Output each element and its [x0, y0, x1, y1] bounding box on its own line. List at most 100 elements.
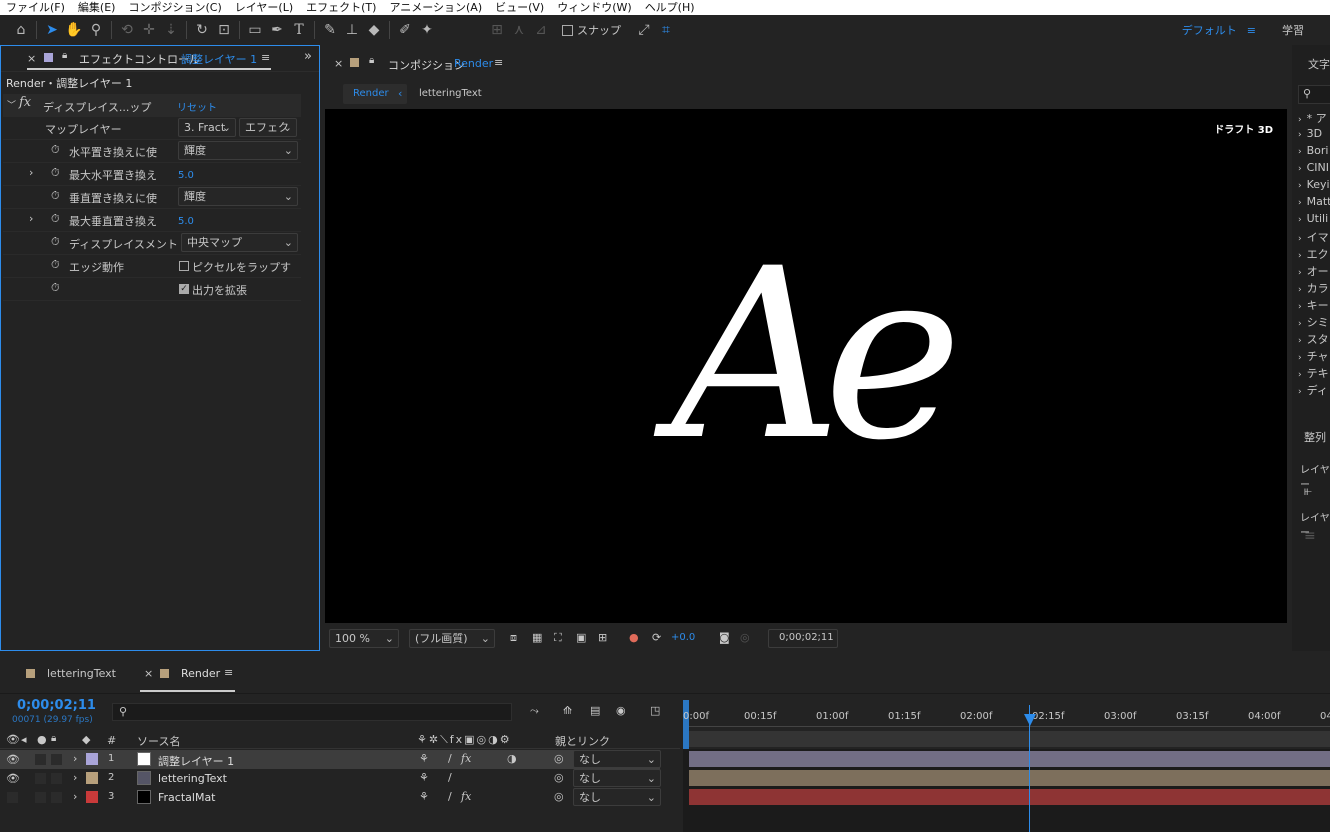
vertical-use-dropdown[interactable]: 輝度 ⌄ [178, 187, 298, 206]
close-icon[interactable]: × [334, 57, 343, 70]
lock-icon[interactable]: 🔒︎ [51, 733, 56, 744]
effects-preset-item[interactable]: › * ア [1298, 110, 1327, 126]
wrap-pixels-checkbox[interactable] [179, 261, 189, 271]
frame-blending-icon[interactable]: ▤ [590, 704, 600, 717]
effects-preset-item[interactable]: › Keyi [1298, 178, 1330, 191]
motion-blur-icon[interactable]: ◉ [616, 704, 626, 717]
zoom-tool-icon[interactable]: ⚲ [85, 19, 107, 41]
bar-layer-2[interactable] [689, 770, 1330, 786]
visibility-eye-icon[interactable]: 👁︎ [6, 772, 20, 785]
effects-preset-item[interactable]: › スタ [1298, 331, 1329, 347]
audio-icon[interactable]: ◂ [21, 733, 27, 746]
lock-box[interactable] [51, 773, 62, 784]
reset-exposure-icon[interactable]: ⟳ [652, 631, 661, 644]
eye-icon[interactable]: 👁︎ [6, 733, 20, 746]
color-channels-icon[interactable]: ● [629, 631, 639, 644]
close-icon[interactable]: × [144, 667, 153, 680]
expand-arrow-icon[interactable]: › [73, 790, 77, 803]
pan-camera-icon[interactable]: ✛ [138, 19, 160, 41]
effects-preset-item[interactable]: › オー [1298, 263, 1329, 279]
brush-tool-icon[interactable]: ✎ [319, 19, 341, 41]
clone-stamp-icon[interactable]: ⊥ [341, 19, 363, 41]
layer-row-2[interactable]: 👁︎ › 2 letteringText ⚘ / ◎ なし ⌄ [0, 769, 661, 788]
pen-tool-icon[interactable]: ✒ [266, 19, 288, 41]
shy-switch-icon[interactable]: ⚘ [419, 771, 429, 784]
stopwatch-icon[interactable]: ⏱︎ [51, 235, 60, 249]
quality-dropdown[interactable]: (フル画質) ⌄ [409, 629, 495, 648]
snap-checkbox[interactable] [562, 24, 573, 36]
layer-name[interactable]: 調整レイヤー 1 [158, 753, 234, 769]
guides-icon[interactable]: ⊞ [598, 631, 607, 644]
comp-flowchart-icon[interactable]: ⤳ [530, 704, 539, 718]
effect-controls-tab[interactable]: × 🔒︎ エフェクトコントロール 調整レイヤー 1 ≡ » [1, 46, 319, 72]
pick-whip-icon[interactable]: ◎ [554, 790, 564, 803]
effects-preset-item[interactable]: › エク [1298, 246, 1329, 262]
stopwatch-icon[interactable]: ⏱︎ [51, 166, 60, 180]
zoom-dropdown[interactable]: 100 % ⌄ [329, 629, 399, 648]
effects-search-field[interactable]: ⚲ [1298, 85, 1330, 104]
puppet-pin-icon[interactable]: ✦ [416, 19, 438, 41]
expand-arrow-icon[interactable]: › [29, 212, 33, 225]
menu-view[interactable]: ビュー(V) [489, 0, 551, 15]
lock-box[interactable] [51, 792, 62, 803]
effect-reset-link[interactable]: リセット [177, 99, 217, 114]
pick-whip-icon[interactable]: ◎ [554, 752, 564, 765]
displacement-dropdown[interactable]: 中央マップ ⌄ [181, 233, 298, 252]
label-color-box[interactable] [86, 772, 98, 784]
parent-dropdown[interactable]: なし ⌄ [573, 750, 661, 768]
exposure-value[interactable]: +0.0 [671, 632, 695, 643]
effects-preset-item[interactable]: › テキ [1298, 365, 1329, 381]
effects-preset-item[interactable]: › チャ [1298, 348, 1329, 364]
dolly-camera-icon[interactable]: ⇣ [160, 19, 182, 41]
comp-breadcrumb-active[interactable]: Render ‹ [343, 84, 407, 104]
layer-name[interactable]: letteringText [158, 772, 227, 785]
orbit-camera-icon[interactable]: ⟲ [116, 19, 138, 41]
parent-dropdown[interactable]: なし ⌄ [573, 769, 661, 787]
quality-switch-icon[interactable]: / [448, 752, 452, 765]
visibility-eye-icon[interactable]: 👁︎ [6, 753, 20, 766]
source-name-header[interactable]: ソース名 [137, 733, 180, 749]
view-axis-icon[interactable]: ⊿ [530, 19, 552, 41]
expand-panels-icon[interactable]: » [304, 49, 312, 64]
home-icon[interactable]: ⌂ [10, 19, 32, 41]
work-area-start-marker[interactable] [683, 700, 689, 750]
layer-search-input[interactable]: ⚲ [112, 703, 512, 721]
expand-output-checkbox[interactable]: ✓ [179, 284, 189, 294]
effects-preset-item[interactable]: › イマ [1298, 229, 1329, 245]
fast-preview-icon[interactable]: ⧈ [510, 631, 517, 645]
workspace-menu-icon[interactable]: ≡ [1247, 24, 1256, 37]
effects-preset-item[interactable]: › カラ [1298, 280, 1329, 296]
time-ruler[interactable] [689, 705, 1330, 727]
shy-switch-icon[interactable]: ⚘ [419, 790, 429, 803]
close-icon[interactable]: × [27, 52, 36, 65]
timeline-tab-render[interactable]: × Render ≡ [140, 665, 235, 692]
bar-layer-3[interactable] [689, 789, 1330, 805]
world-axis-icon[interactable]: ⋏ [508, 19, 530, 41]
mask-path-icon[interactable]: ⛶ [554, 631, 562, 645]
stopwatch-icon[interactable]: ⏱︎ [51, 143, 60, 157]
rectangle-tool-icon[interactable]: ▭ [244, 19, 266, 41]
layer-row-3[interactable]: › 3 FractalMat ⚘ / fx ◎ なし ⌄ [0, 788, 661, 807]
parent-dropdown[interactable]: なし ⌄ [573, 788, 661, 806]
effects-preset-item[interactable]: › ディ [1298, 382, 1328, 398]
horizontal-max-value[interactable]: 5.0 [178, 170, 194, 181]
menu-composition[interactable]: コンポジション(C) [122, 0, 228, 15]
graph-editor-icon[interactable]: ◳ [650, 704, 660, 717]
fx-switch[interactable]: fx [461, 752, 471, 765]
effects-preset-item[interactable]: › Utili [1298, 212, 1328, 225]
stopwatch-icon[interactable]: ⏱︎ [51, 212, 60, 226]
workspace-learn[interactable]: 学習 [1282, 22, 1304, 38]
map-source-dropdown[interactable]: エフェク ⌄ [239, 118, 297, 137]
effects-preset-item[interactable]: › シミ [1298, 314, 1329, 330]
solo-box[interactable] [35, 754, 46, 765]
effects-preset-item[interactable]: › CINI [1298, 161, 1329, 174]
collapse-arrow-icon[interactable]: ﹀ [7, 98, 16, 111]
snap-options-icon[interactable]: ⤢ [633, 19, 655, 41]
rotate-tool-icon[interactable]: ↻ [191, 19, 213, 41]
local-axis-icon[interactable]: ⊞ [486, 19, 508, 41]
region-of-interest-icon[interactable]: ▣ [576, 631, 586, 644]
adjustment-layer-icon[interactable]: ◑ [507, 752, 517, 765]
stopwatch-icon[interactable]: ⏱︎ [51, 189, 60, 203]
bar-layer-1[interactable] [689, 751, 1330, 767]
menu-help[interactable]: ヘルプ(H) [639, 0, 702, 15]
